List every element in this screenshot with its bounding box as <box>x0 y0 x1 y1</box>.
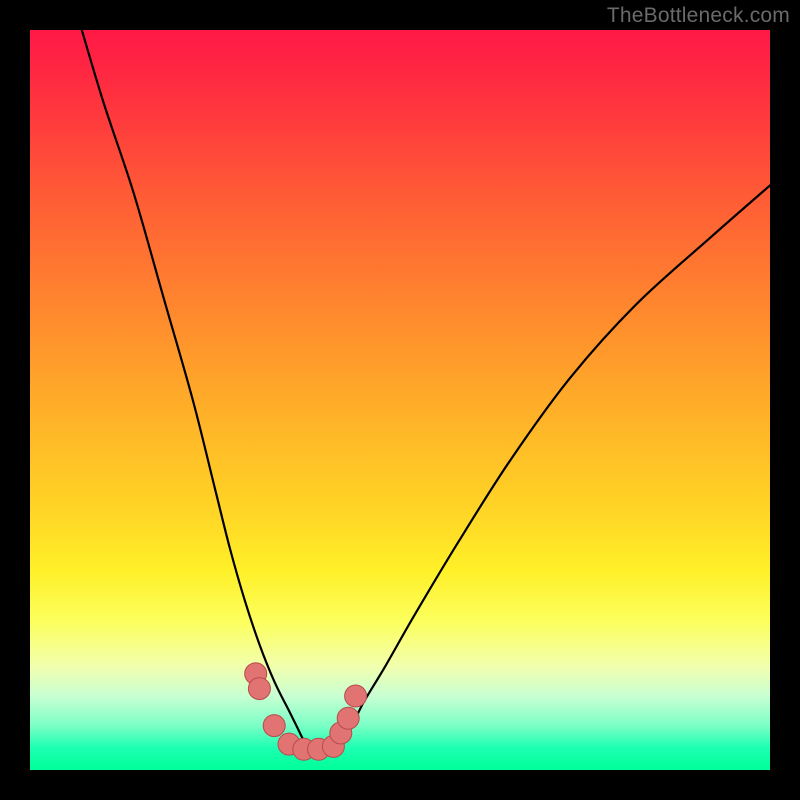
marker-group <box>245 663 367 760</box>
bottleneck-curve-svg <box>30 30 770 770</box>
curve-marker <box>345 685 367 707</box>
chart-frame: TheBottleneck.com <box>0 0 800 800</box>
plot-area <box>30 30 770 770</box>
watermark-text: TheBottleneck.com <box>607 4 790 28</box>
curve-marker <box>248 678 270 700</box>
curve-marker <box>337 707 359 729</box>
bottleneck-curve-path <box>82 30 770 752</box>
curve-marker <box>263 715 285 737</box>
